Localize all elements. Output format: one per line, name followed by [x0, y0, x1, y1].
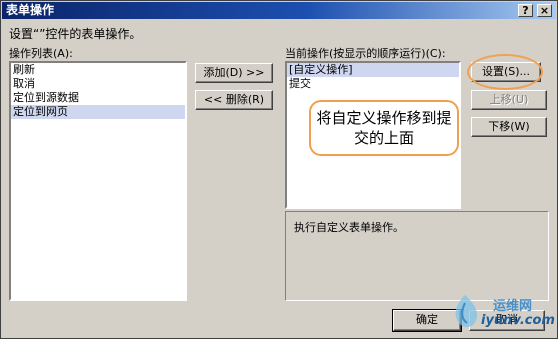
- help-button[interactable]: ?: [518, 4, 533, 17]
- remove-button[interactable]: << 删除(R): [195, 90, 273, 110]
- add-button[interactable]: 添加(D) >>: [195, 63, 273, 83]
- list-item[interactable]: 提交: [287, 77, 459, 91]
- annotation-callout: 将自定义操作移到提交的上面: [309, 100, 459, 156]
- list-item[interactable]: 取消: [11, 77, 185, 91]
- current-actions-label: 当前操作(按显示的顺序运行)(C):: [285, 47, 446, 60]
- close-button[interactable]: ×: [537, 4, 552, 17]
- list-item[interactable]: 刷新: [11, 63, 185, 77]
- watermark-en: iyunv.com: [481, 313, 555, 328]
- move-up-button[interactable]: 上移(U): [471, 90, 547, 110]
- form-actions-dialog: 表单操作 ? × 设置“”控件的表单操作。 操作列表(A): 刷新 取消 定位到…: [0, 0, 558, 339]
- watermark-cn: 运维网: [493, 299, 533, 314]
- action-list[interactable]: 刷新 取消 定位到源数据 定位到网页: [9, 61, 187, 301]
- dialog-description: 设置“”控件的表单操作。: [9, 27, 142, 41]
- list-item[interactable]: 定位到源数据: [11, 91, 185, 105]
- watermark-logo-icon: [455, 295, 477, 328]
- action-description-box: 执行自定义表单操作。: [285, 211, 549, 301]
- settings-highlight-oval: [467, 54, 543, 90]
- title-bar: 表单操作 ? ×: [2, 2, 556, 19]
- list-item[interactable]: [自定义操作]: [287, 63, 459, 77]
- list-item[interactable]: 定位到网页: [11, 105, 185, 119]
- action-list-label: 操作列表(A):: [9, 47, 73, 60]
- watermark: 运维网 iyunv.com: [447, 293, 557, 335]
- dialog-title: 表单操作: [6, 3, 55, 17]
- move-down-button[interactable]: 下移(W): [471, 117, 547, 137]
